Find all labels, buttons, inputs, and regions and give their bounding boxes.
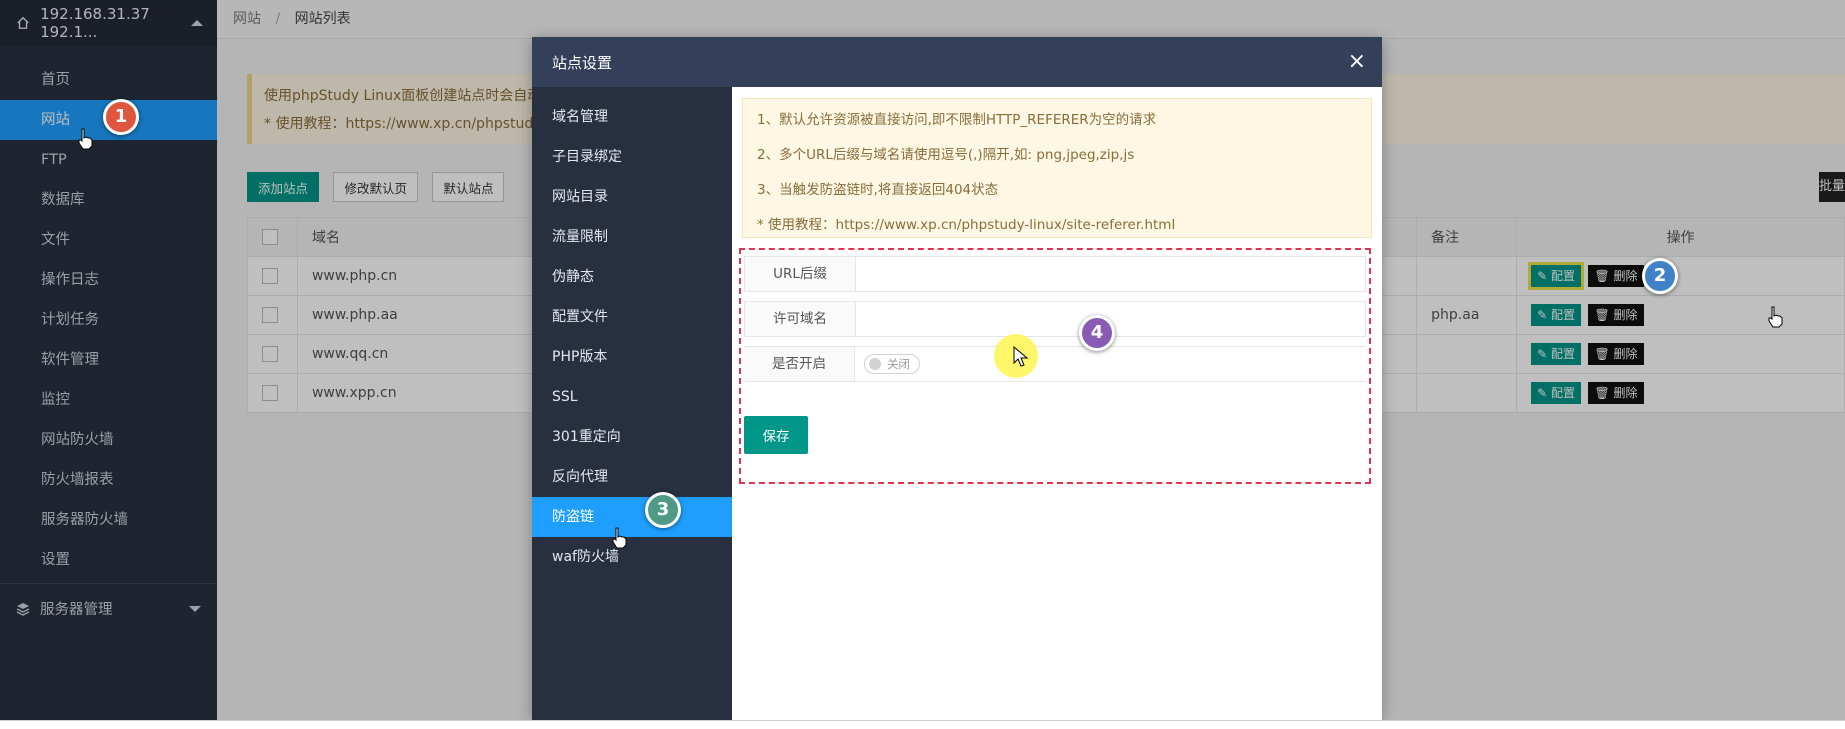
- marker-2: 2: [1642, 258, 1678, 294]
- save-button[interactable]: 保存: [744, 416, 808, 454]
- toggle-state-text: 关闭: [887, 357, 910, 371]
- hand-cursor-icon: [1768, 306, 1783, 328]
- menu-php-version[interactable]: PHP版本: [532, 337, 732, 377]
- enable-toggle[interactable]: 关闭: [864, 354, 920, 374]
- allowed-domain-row: 许可域名: [744, 301, 1366, 337]
- url-suffix-label: URL后缀: [745, 257, 856, 291]
- modal-menu: 域名管理 子目录绑定 网站目录 流量限制 伪静态 配置文件 PHP版本 SSL …: [532, 87, 732, 729]
- screen: 192.168.31.37 192.1... 首页 网站 FTP 数据库 文件 …: [0, 0, 1845, 729]
- toggle-knob: [869, 358, 881, 370]
- menu-subdirectory-binding[interactable]: 子目录绑定: [532, 137, 732, 177]
- modal-body: 1、默认允许资源被直接访问,即不限制HTTP_REFERER为空的请求 2、多个…: [732, 87, 1382, 720]
- menu-reverse-proxy[interactable]: 反向代理: [532, 457, 732, 497]
- menu-config-file[interactable]: 配置文件: [532, 297, 732, 337]
- marker-1: 1: [103, 99, 139, 135]
- tip-line-3: 3、当触发防盗链时,将直接返回404状态: [757, 182, 999, 198]
- menu-site-directory[interactable]: 网站目录: [532, 177, 732, 217]
- marker-4: 4: [1079, 315, 1115, 351]
- arrow-cursor-icon: [1013, 346, 1029, 367]
- close-icon[interactable]: ×: [1348, 51, 1366, 73]
- hotlink-form: URL后缀 许可域名 是否开启 关闭 保存: [739, 248, 1371, 484]
- tip-tutorial-link[interactable]: * 使用教程：https://www.xp.cn/phpstudy-linux/…: [757, 208, 1357, 243]
- menu-traffic-limit[interactable]: 流量限制: [532, 217, 732, 257]
- tip-line-2: 2、多个URL后缀与域名请使用逗号(,)隔开,如: png,jpeg,zip,j…: [757, 147, 1135, 163]
- marker-3: 3: [645, 492, 681, 528]
- modal-header: 站点设置 ×: [532, 37, 1382, 87]
- enable-label: 是否开启: [744, 347, 855, 381]
- window-bottom-edge: [0, 720, 1845, 729]
- url-suffix-input[interactable]: [856, 257, 1361, 291]
- hand-cursor-icon: [612, 527, 627, 549]
- menu-301-redirect[interactable]: 301重定向: [532, 417, 732, 457]
- menu-hotlink-protection[interactable]: 防盗链: [532, 497, 732, 537]
- menu-waf-firewall[interactable]: waf防火墙: [532, 537, 732, 577]
- allowed-domain-label: 许可域名: [745, 302, 856, 336]
- hotlink-tip-box: 1、默认允许资源被直接访问,即不限制HTTP_REFERER为空的请求 2、多个…: [742, 98, 1372, 238]
- enable-row: 是否开启 关闭: [744, 346, 1366, 382]
- url-suffix-row: URL后缀: [744, 256, 1366, 292]
- menu-ssl[interactable]: SSL: [532, 377, 732, 417]
- menu-domain-management[interactable]: 域名管理: [532, 97, 732, 137]
- menu-rewrite[interactable]: 伪静态: [532, 257, 732, 297]
- modal-title: 站点设置: [552, 53, 613, 72]
- tip-line-1: 1、默认允许资源被直接访问,即不限制HTTP_REFERER为空的请求: [757, 112, 1157, 128]
- site-settings-modal: 站点设置 × 域名管理 子目录绑定 网站目录 流量限制 伪静态 配置文件 PHP…: [532, 37, 1382, 729]
- hand-cursor-icon: [78, 128, 93, 150]
